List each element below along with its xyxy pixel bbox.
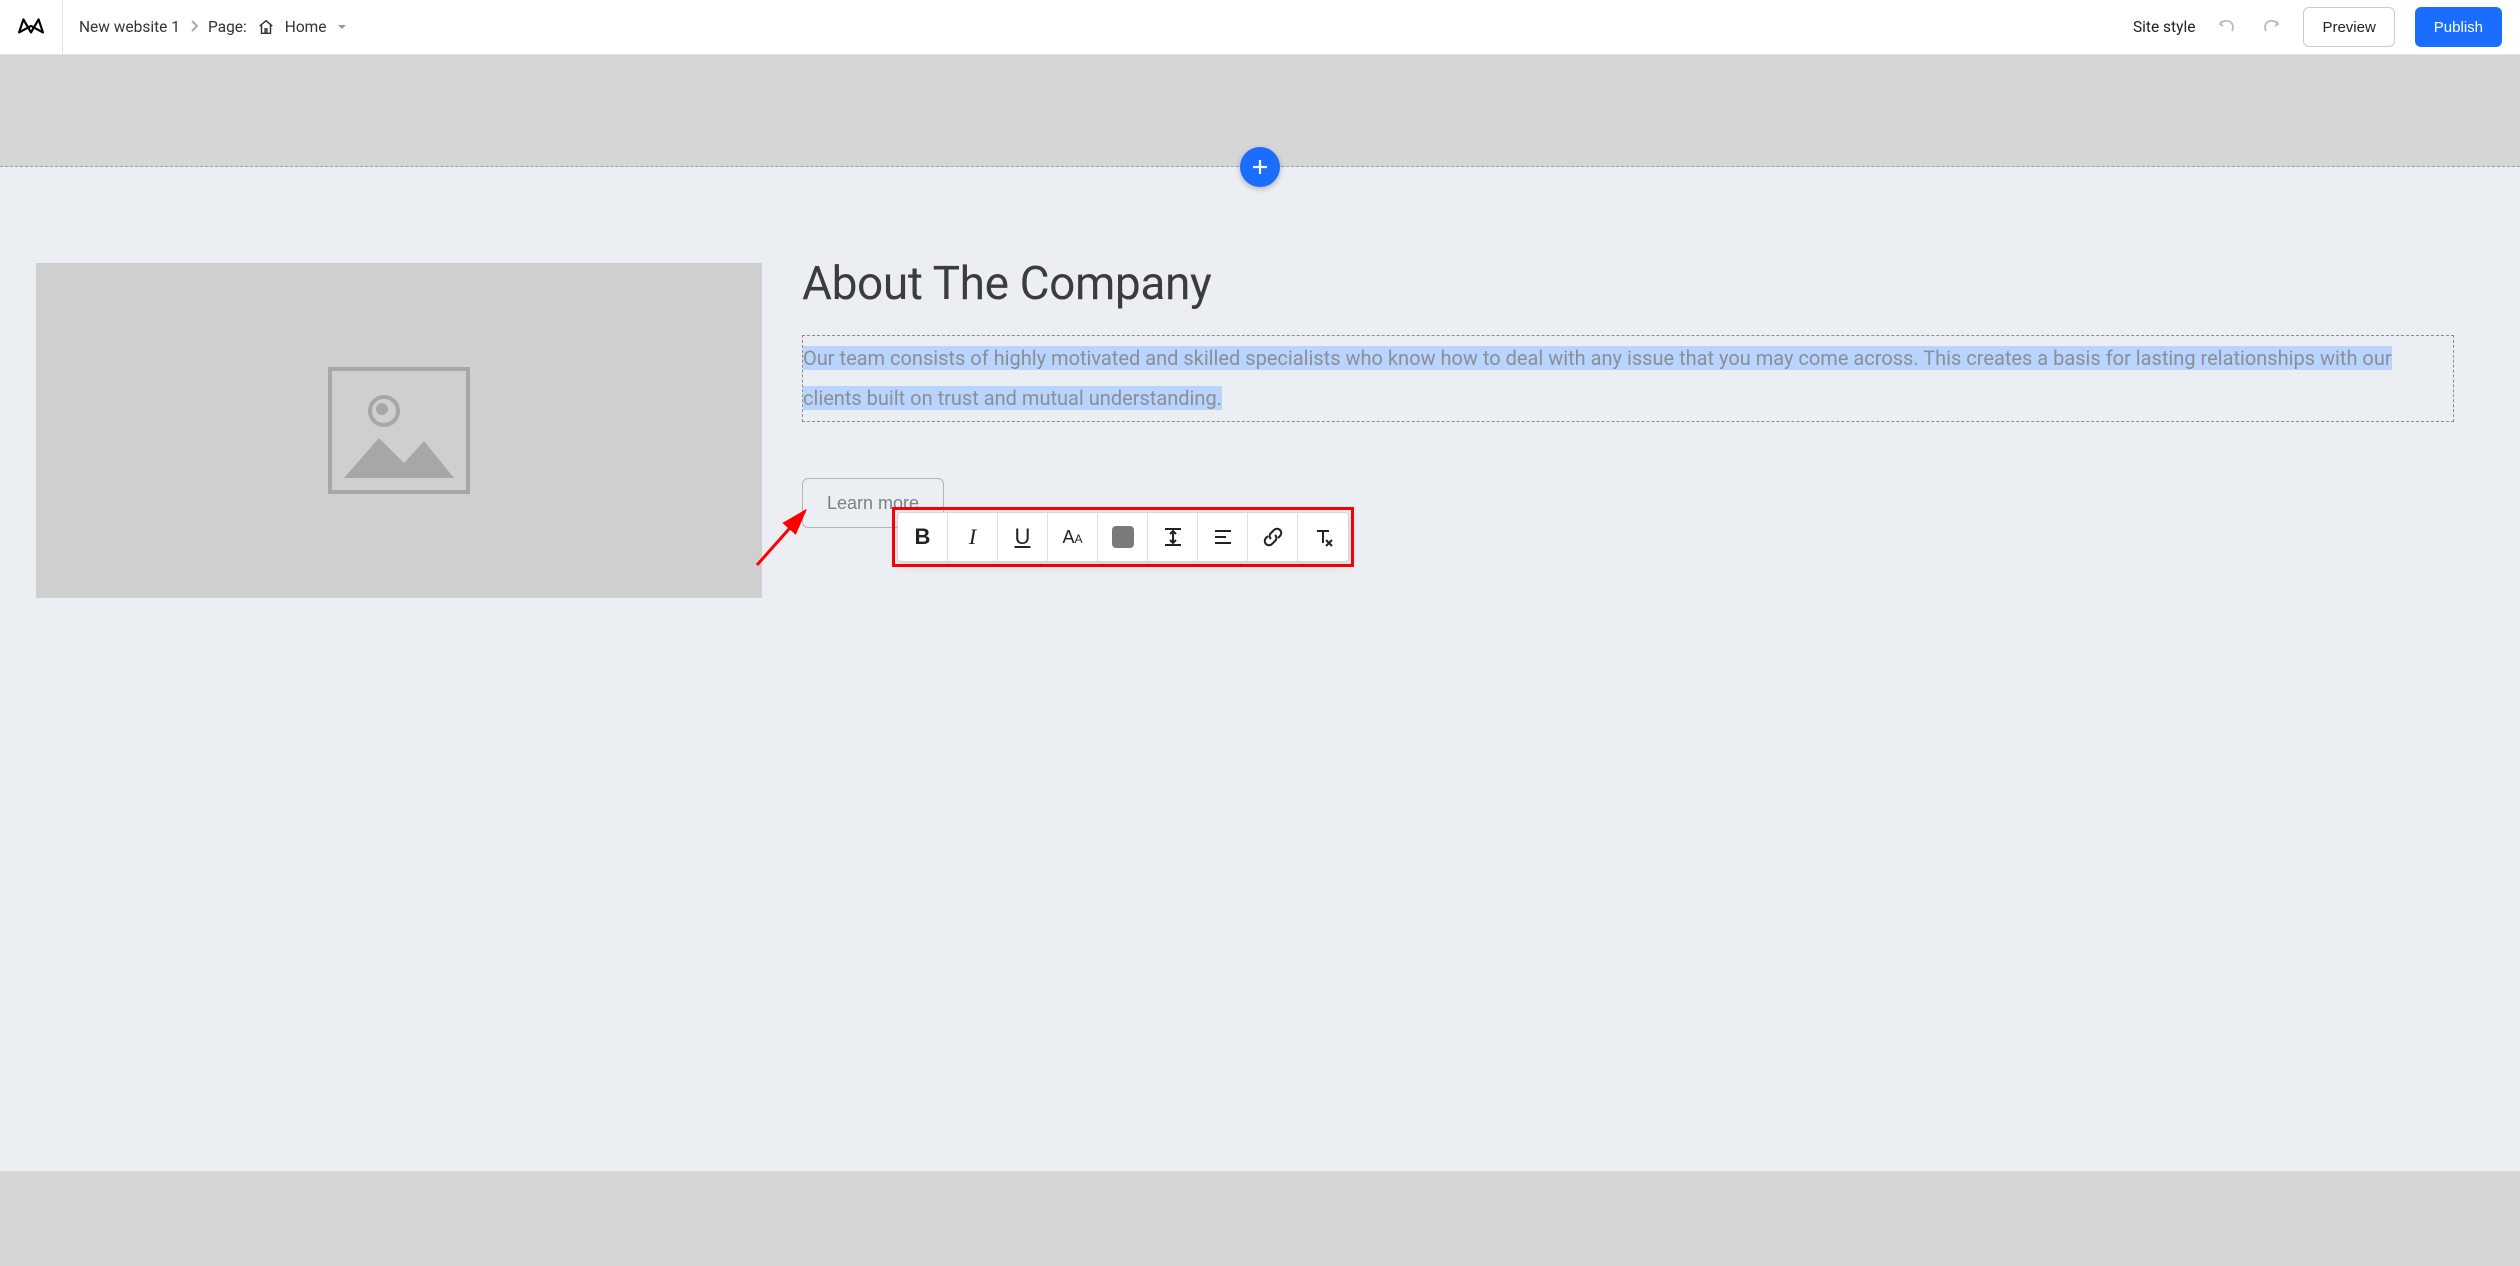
logo-icon[interactable] [18,0,63,54]
annotation-highlight-box: B I U AA [892,507,1354,567]
image-placeholder[interactable] [36,263,762,598]
empty-section-bottom [0,1171,2520,1266]
font-size-button[interactable]: AA [1048,513,1098,561]
chevron-right-icon [190,18,198,36]
bold-button[interactable]: B [898,513,948,561]
site-style-button[interactable]: Site style [2133,18,2196,36]
rich-text-toolbar: B I U AA [897,512,1349,562]
selected-text: Our team consists of highly motivated an… [803,346,2392,410]
breadcrumb: New website 1 Page: Home [79,18,347,36]
link-button[interactable] [1248,513,1298,561]
text-color-button[interactable] [1098,513,1148,561]
right-tools: Site style Preview Publish [2133,7,2502,47]
page-name[interactable]: Home [285,18,327,36]
main-section: About The Company Our team consists of h… [0,167,2520,1171]
align-button[interactable] [1198,513,1248,561]
publish-button[interactable]: Publish [2415,7,2502,47]
editor-canvas: About The Company Our team consists of h… [0,55,2520,1266]
page-label: Page: [208,18,247,36]
section-heading[interactable]: About The Company [802,257,2454,311]
paragraph-editor[interactable]: Our team consists of highly motivated an… [802,335,2454,422]
preview-button[interactable]: Preview [2303,7,2394,47]
text-column: About The Company Our team consists of h… [802,263,2484,1171]
redo-icon[interactable] [2259,15,2283,39]
line-height-button[interactable] [1148,513,1198,561]
chevron-down-icon[interactable] [337,22,347,32]
clear-format-button[interactable] [1298,513,1348,561]
paragraph-text[interactable]: Our team consists of highly motivated an… [803,339,2443,418]
italic-button[interactable]: I [948,513,998,561]
top-toolbar: New website 1 Page: Home Site style Prev… [0,0,2520,55]
undo-icon[interactable] [2215,15,2239,39]
site-name[interactable]: New website 1 [79,18,180,36]
color-swatch-icon [1112,526,1134,548]
add-section-button[interactable] [1240,147,1280,187]
home-icon [257,18,275,36]
underline-button[interactable]: U [998,513,1048,561]
